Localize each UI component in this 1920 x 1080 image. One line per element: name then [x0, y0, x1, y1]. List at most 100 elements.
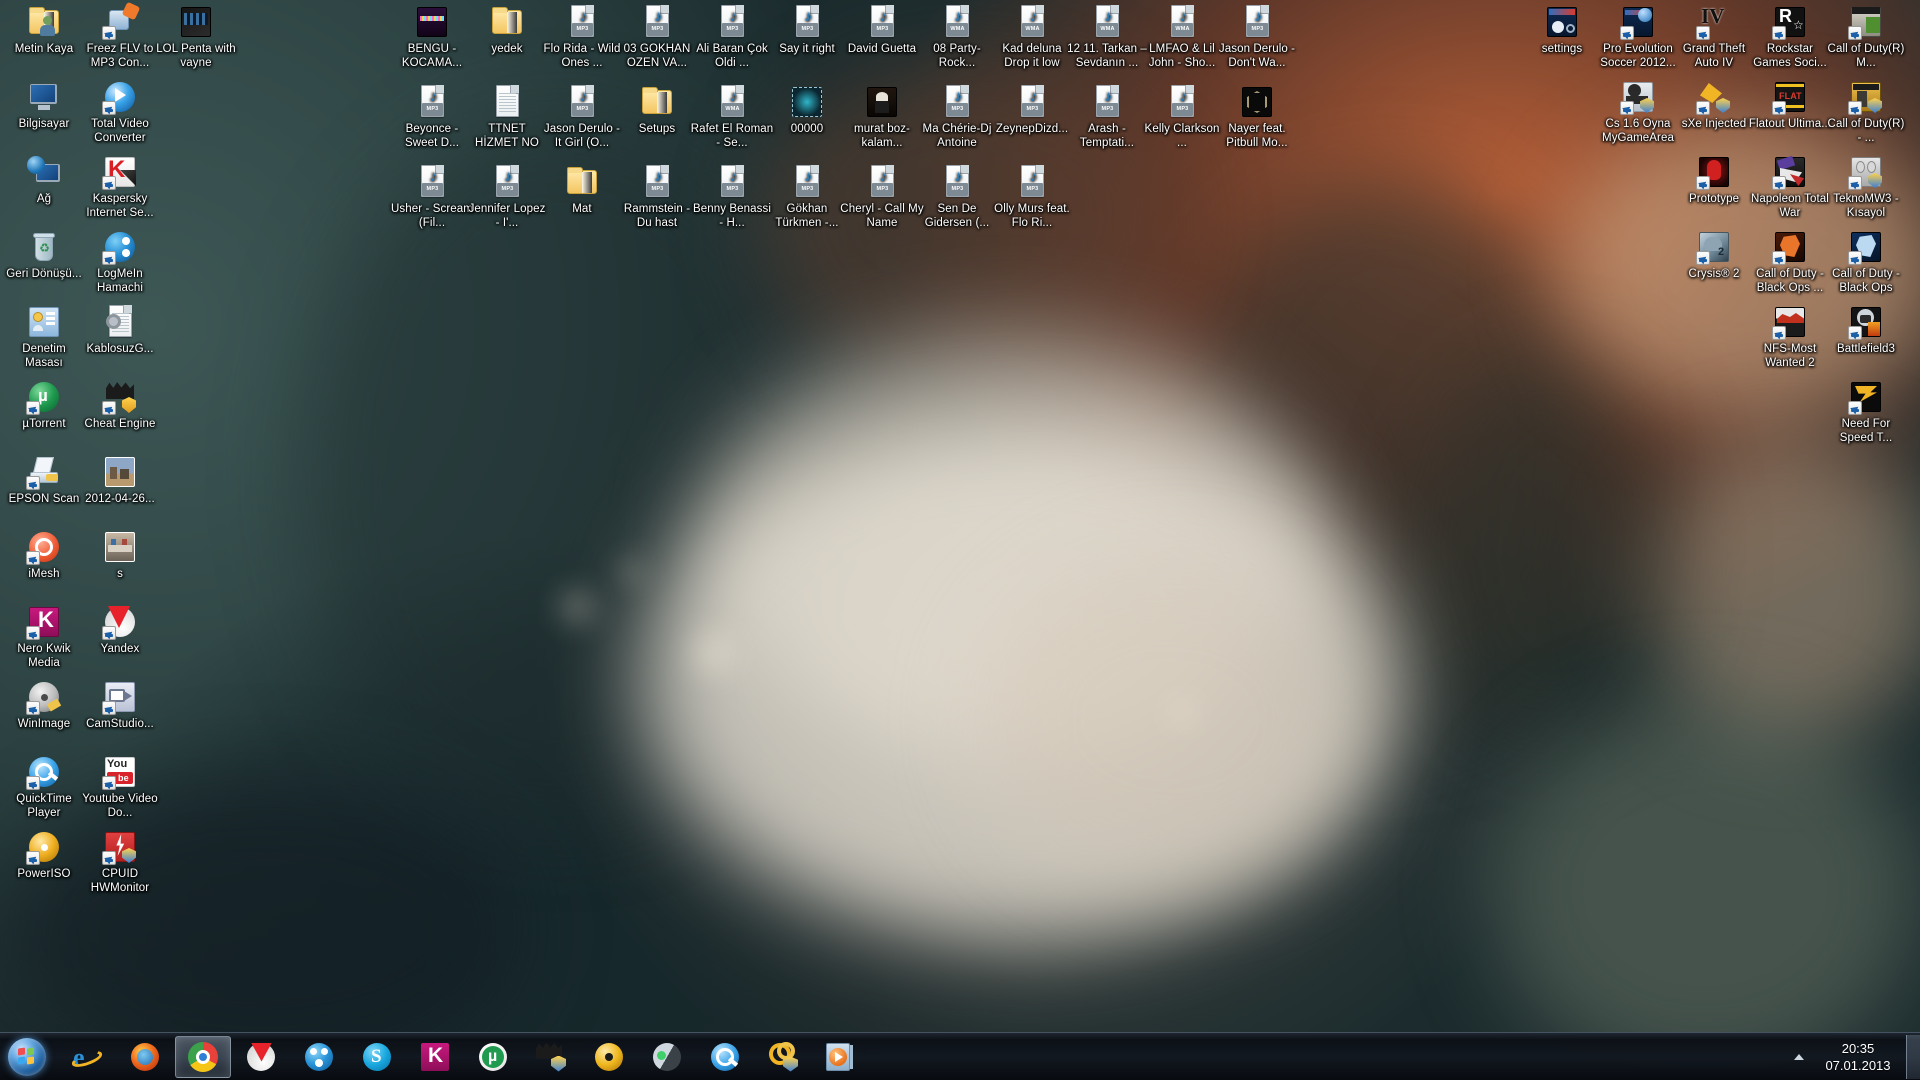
- desktop-icon-utorrent[interactable]: µ µTorrent: [2, 379, 86, 432]
- desktop-icon-beyonce[interactable]: ♪ MP3 Beyonce - Sweet D...: [390, 84, 474, 150]
- taskbar-item-nero[interactable]: K: [407, 1036, 463, 1078]
- desktop-icon-rafet[interactable]: ♪ WMA Rafet El Roman - Se...: [690, 84, 774, 150]
- desktop-icon-nfs-the-run[interactable]: Need For Speed T...: [1824, 379, 1908, 445]
- desktop-icon-zeynep[interactable]: ♪ MP3 ZeynepDizd...: [990, 84, 1074, 137]
- desktop-icon-flatout[interactable]: FLAT Flatout Ultima...: [1748, 79, 1832, 132]
- taskbar-item-ie[interactable]: e: [59, 1036, 115, 1078]
- taskbar-item-cheat[interactable]: [523, 1036, 579, 1078]
- desktop-icon-settings[interactable]: settings: [1520, 4, 1604, 57]
- taskbar-item-winrar[interactable]: [755, 1036, 811, 1078]
- desktop-icon-jlo[interactable]: ♪ MP3 Jennifer Lopez - I'...: [465, 164, 549, 230]
- desktop-icon-rammstein[interactable]: ♪ MP3 Rammstein - Du hast: [615, 164, 699, 230]
- desktop-icon-photo-2012[interactable]: 2012-04-26...: [78, 454, 162, 507]
- desktop-icon-bilgisayar[interactable]: Bilgisayar: [2, 79, 86, 132]
- desktop-icon-tarkan[interactable]: ♪ WMA 12 11. Tarkan – Sevdanın ...: [1065, 4, 1149, 70]
- desktop-icon-ali-baran[interactable]: ♪ MP3 Ali Baran Çok Oldi ...: [690, 4, 774, 70]
- taskbar-task-list[interactable]: e SKµ: [59, 1035, 871, 1079]
- desktop-icon-poweriso[interactable]: PowerISO: [2, 829, 86, 882]
- desktop-icon-epson-scan[interactable]: EPSON Scan: [2, 454, 86, 507]
- desktop-icon-cheryl[interactable]: ♪ MP3 Cheryl - Call My Name: [840, 164, 924, 230]
- desktop-icon-say-it-right[interactable]: ♪ MP3 Say it right: [765, 4, 849, 57]
- desktop-icon-total-video[interactable]: Total Video Converter: [78, 79, 162, 145]
- desktop-icon-olly-murs[interactable]: ♪ MP3 Olly Murs feat. Flo Ri...: [990, 164, 1074, 230]
- taskbar-item-hamachi[interactable]: [291, 1036, 347, 1078]
- start-button[interactable]: [1, 1035, 53, 1079]
- taskbar-item-yandex[interactable]: [233, 1036, 289, 1078]
- desktop-icon-battlefield3[interactable]: Battlefield3: [1824, 304, 1908, 357]
- desktop-icon-geri-donusum[interactable]: ♻ Geri Dönüşü...: [2, 229, 86, 282]
- desktop-icon-arash[interactable]: ♪ MP3 Arash - Temptati...: [1065, 84, 1149, 150]
- desktop-icon-freez-flv[interactable]: Freez FLV to MP3 Con...: [78, 1, 162, 70]
- desktop-icon-kablosuzg[interactable]: KablosuzG...: [78, 304, 162, 357]
- desktop-icon-pes2012[interactable]: Pro Evolution Soccer 2012...: [1596, 4, 1680, 70]
- desktop-icon-ttnet[interactable]: TTNET HİZMET NO: [465, 84, 549, 150]
- desktop-icon-usher[interactable]: ♪ MP3 Usher - Scream (Fil...: [390, 164, 474, 230]
- desktop-icon-00000[interactable]: 00000: [765, 84, 849, 137]
- desktop-icon-lmfao[interactable]: ♪ WMA LMFAO & Lil John - Sho...: [1140, 4, 1224, 70]
- desktop-icon-cod-mw[interactable]: Call of Duty(R) M...: [1824, 4, 1908, 70]
- desktop-icon-ma-cherie[interactable]: ♪ MP3 Ma Chérie-Dj Antoine: [915, 84, 999, 150]
- desktop-icon-cs16[interactable]: Cs 1.6 Oyna MyGameArea: [1596, 79, 1680, 145]
- clock[interactable]: 20:35 07.01.2013: [1812, 1035, 1904, 1079]
- taskbar-item-utorrent[interactable]: µ: [465, 1036, 521, 1078]
- desktop-icon-jason-itgirl[interactable]: ♪ MP3 Jason Derulo - It Girl (O...: [540, 84, 624, 150]
- desktop-icon-kaspersky[interactable]: K Kaspersky Internet Se...: [78, 154, 162, 220]
- desktop-icon-denetim-masasi[interactable]: Denetim Masası: [2, 304, 86, 370]
- desktop-icon-metin-kaya[interactable]: Metin Kaya: [2, 4, 86, 57]
- desktop-icon-nero-kwik[interactable]: K Nero Kwik Media: [2, 604, 86, 670]
- desktop-icon-sen-de[interactable]: ♪ MP3 Sen De Gidersen (...: [915, 164, 999, 230]
- desktop-icon-flo-rida[interactable]: ♪ MP3 Flo Rida - Wild Ones ...: [540, 4, 624, 70]
- desktop-icon-kelly[interactable]: ♪ MP3 Kelly Clarkson ...: [1140, 84, 1224, 150]
- desktop-icon-winimage[interactable]: WinImage: [2, 679, 86, 732]
- desktop-icon-yandex[interactable]: Yandex: [78, 604, 162, 657]
- desktop-icon-logmein[interactable]: LogMeIn Hamachi: [78, 229, 162, 295]
- taskbar-item-daemon[interactable]: [639, 1036, 695, 1078]
- taskbar-item-wmp[interactable]: [813, 1036, 869, 1078]
- desktop-icon-mat[interactable]: Mat: [540, 164, 624, 217]
- desktop-icon-gta-iv[interactable]: IV Grand Theft Auto IV: [1672, 4, 1756, 70]
- desktop-icon-cod-bo[interactable]: Call of Duty - Black Ops: [1824, 229, 1908, 295]
- taskbar-item-firefox[interactable]: [117, 1036, 173, 1078]
- desktop-icon-nfs-mw2[interactable]: NFS-Most Wanted 2: [1748, 304, 1832, 370]
- desktop-icon-benny[interactable]: ♪ MP3 Benny Benassi - H...: [690, 164, 774, 230]
- show-desktop-button[interactable]: [1906, 1035, 1920, 1079]
- desktop-icon-prototype[interactable]: Prototype: [1672, 154, 1756, 207]
- desktop-icon-sxe[interactable]: sXe Injected: [1672, 79, 1756, 132]
- desktop-icon-lol-penta[interactable]: LOL Penta with vayne: [154, 4, 238, 70]
- desktop-icon-nayer[interactable]: Nayer feat. Pitbull Mo...: [1215, 84, 1299, 150]
- desktop-icon-youtube-dl[interactable]: You be Youtube Video Do...: [78, 754, 162, 820]
- desktop-icon-napoleon[interactable]: Napoleon Total War: [1748, 154, 1832, 220]
- show-hidden-icons-button[interactable]: [1786, 1035, 1812, 1079]
- desktop-icon-imesh[interactable]: iMesh: [2, 529, 86, 582]
- desktop-icon-david-guetta[interactable]: ♪ MP3 David Guetta: [840, 4, 924, 57]
- mp3-icon: ♪ MP3: [1014, 84, 1050, 120]
- desktop[interactable]: Metin Kaya Freez FLV to MP3 Con... LOL Pen…: [0, 0, 1920, 1080]
- desktop-icon-jason-dw[interactable]: ♪ MP3 Jason Derulo - Don't Wa...: [1215, 4, 1299, 70]
- desktop-icon-cheat-engine[interactable]: Cheat Engine: [78, 379, 162, 432]
- desktop-icon-camstudio[interactable]: CamStudio...: [78, 679, 162, 732]
- cheatengine-icon: [102, 379, 138, 415]
- desktop-icon-ag[interactable]: Ağ: [2, 154, 86, 207]
- system-tray[interactable]: 20:35 07.01.2013: [1786, 1033, 1920, 1080]
- desktop-icon-rockstar[interactable]: R ☆ Rockstar Games Soci...: [1748, 4, 1832, 70]
- desktop-icon-cod-r[interactable]: Call of Duty(R) - ...: [1824, 79, 1908, 145]
- desktop-icon-yedek[interactable]: yedek: [465, 4, 549, 57]
- desktop-icon-murat-boz[interactable]: murat boz-kalam...: [840, 84, 924, 150]
- desktop-icon-teknomw3[interactable]: TeknoMW3 - Kısayol: [1824, 154, 1908, 220]
- taskbar-item-quicktime[interactable]: [697, 1036, 753, 1078]
- desktop-icon-gokhan-ozen[interactable]: ♪ MP3 03 GOKHAN OZEN VA...: [615, 4, 699, 70]
- desktop-icon-photo-s[interactable]: s: [78, 529, 162, 582]
- desktop-icon-crysis2[interactable]: 2 Crysis® 2: [1672, 229, 1756, 282]
- taskbar-item-poweriso[interactable]: [581, 1036, 637, 1078]
- desktop-icon-bengu[interactable]: BENGU - KOCAMA...: [390, 4, 474, 70]
- taskbar-item-skype[interactable]: S: [349, 1036, 405, 1078]
- desktop-icon-kad-deluna[interactable]: ♪ WMA Kad deluna Drop it low: [990, 4, 1074, 70]
- desktop-icon-cpuid[interactable]: CPUID HWMonitor: [78, 829, 162, 895]
- taskbar[interactable]: e SKµ 20:35 07.01.2013: [0, 1032, 1920, 1080]
- desktop-icon-setups[interactable]: Setups: [615, 84, 699, 137]
- desktop-icon-quicktime[interactable]: QuickTime Player: [2, 754, 86, 820]
- desktop-icon-party-rock[interactable]: ♪ WMA 08 Party-Rock...: [915, 4, 999, 70]
- desktop-icon-gokhan-t[interactable]: ♪ MP3 Gökhan Türkmen -...: [765, 164, 849, 230]
- taskbar-item-chrome[interactable]: [175, 1035, 231, 1078]
- desktop-icon-cod-bo2[interactable]: Call of Duty - Black Ops ...: [1748, 229, 1832, 295]
